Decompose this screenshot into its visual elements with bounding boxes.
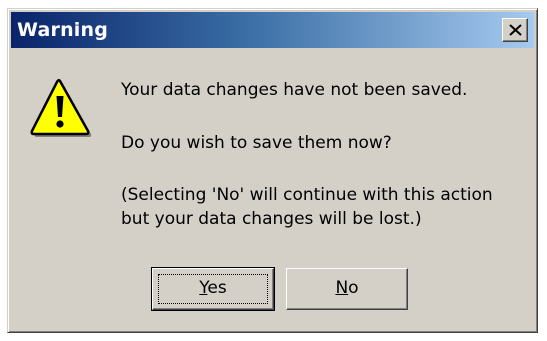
yes-button[interactable]: Yes (151, 267, 275, 311)
no-mnemonic: N (335, 278, 349, 298)
no-button[interactable]: No (286, 268, 408, 310)
window-title: Warning (17, 19, 109, 41)
message-line-4: but your data changes will be lost.) (121, 209, 422, 229)
yes-label-rest: es (207, 278, 227, 298)
warning-icon (30, 78, 92, 137)
title-bar[interactable]: Warning (11, 12, 534, 48)
no-label-rest: o (348, 278, 359, 298)
message-line-1: Your data changes have not been saved. (121, 80, 468, 100)
warning-dialog: Warning Your data changes have not been … (7, 8, 538, 333)
close-icon (509, 24, 522, 36)
message-line-3: (Selecting 'No' will continue with this … (121, 185, 493, 205)
close-button[interactable] (502, 18, 528, 42)
message-line-2: Do you wish to save them now? (121, 133, 392, 153)
